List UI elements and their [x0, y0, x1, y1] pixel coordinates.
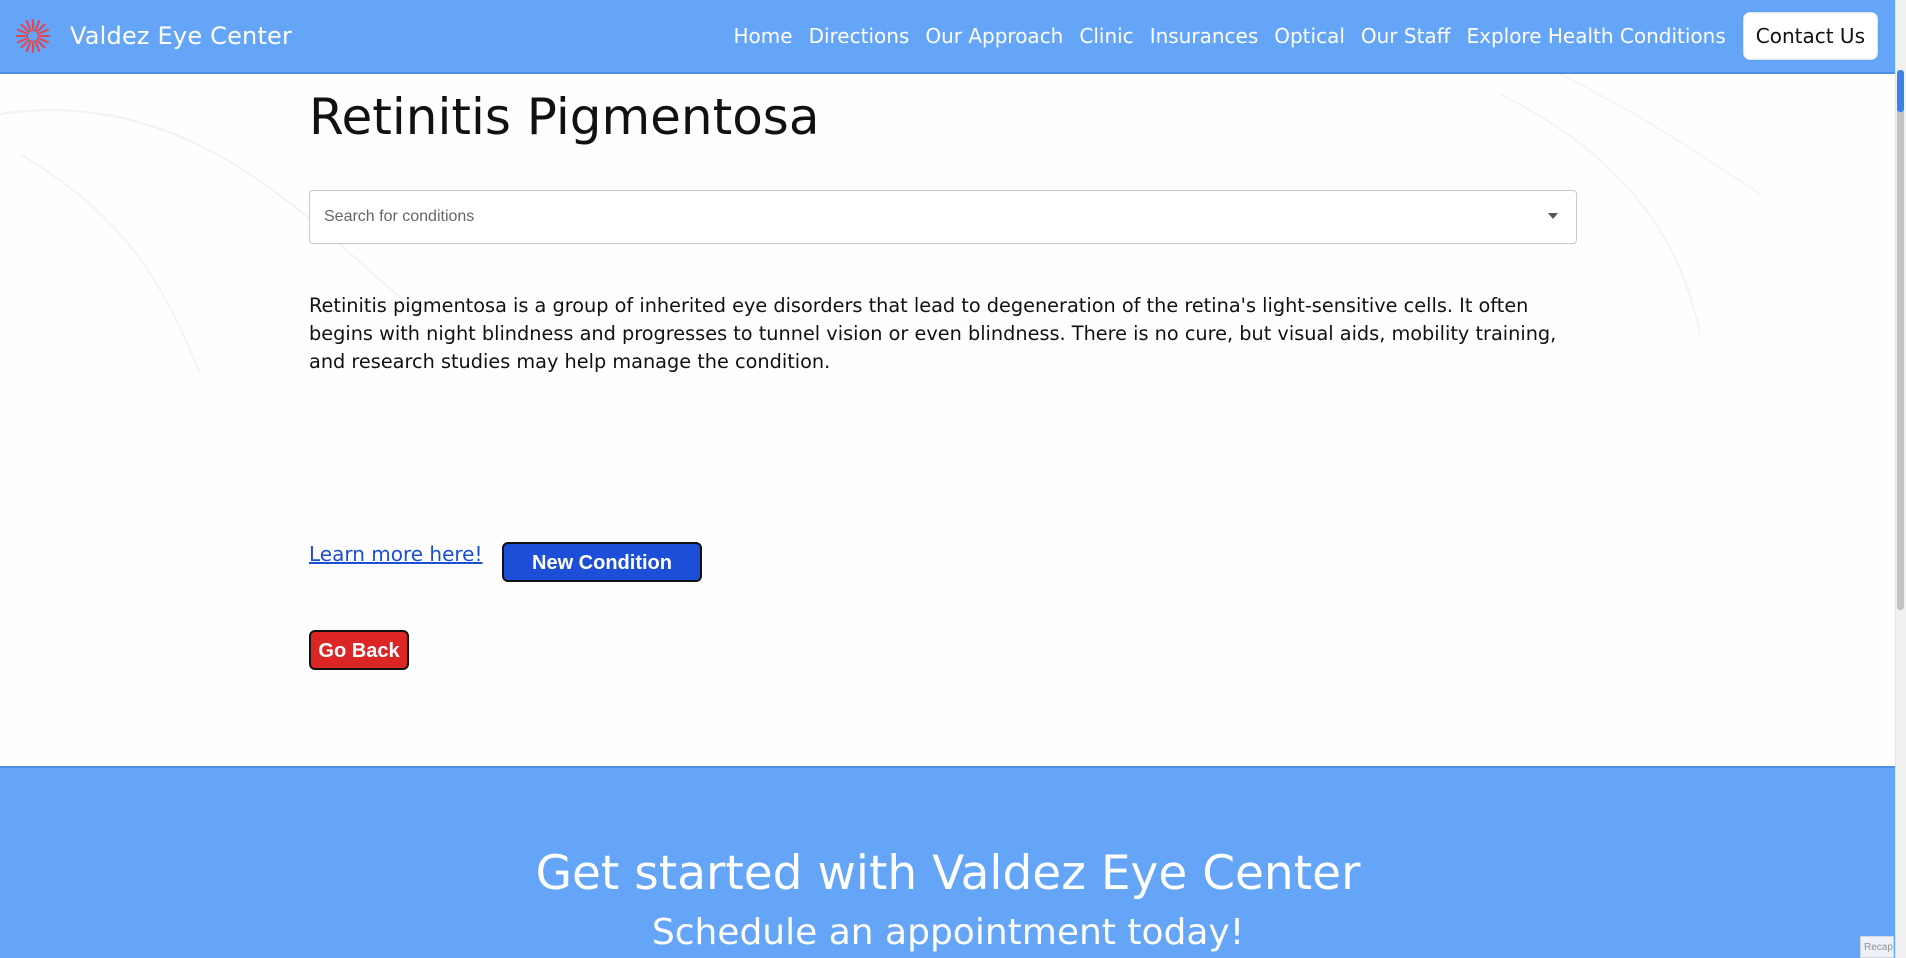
vertical-scrollbar[interactable] — [1895, 0, 1906, 958]
recaptcha-badge[interactable]: Recap — [1860, 936, 1894, 958]
scrollbar-accent — [1897, 70, 1904, 112]
background-decoration — [0, 74, 1761, 375]
nav-link-our-staff[interactable]: Our Staff — [1361, 24, 1451, 48]
new-condition-button[interactable]: New Condition — [502, 542, 702, 582]
condition-search-select[interactable] — [309, 190, 1577, 244]
footer-subtitle: Schedule an appointment today! — [651, 912, 1245, 953]
nav-link-explore-health-conditions[interactable]: Explore Health Conditions — [1466, 24, 1725, 48]
nav-link-insurances[interactable]: Insurances — [1150, 24, 1259, 48]
eye-iris-logo-icon — [15, 18, 51, 54]
condition-description: Retinitis pigmentosa is a group of inher… — [309, 294, 1557, 373]
nav-link-directions[interactable]: Directions — [809, 24, 910, 48]
page-title: Retinitis Pigmentosa — [309, 88, 820, 146]
nav-link-clinic[interactable]: Clinic — [1079, 24, 1133, 48]
footer-cta: Get started with Valdez Eye Center Sched… — [0, 766, 1896, 958]
learn-more-link[interactable]: Learn more here! — [309, 542, 483, 566]
nav-links: Home Directions Our Approach Clinic Insu… — [718, 0, 1878, 72]
caret-down-icon[interactable] — [1548, 213, 1558, 219]
nav-link-optical[interactable]: Optical — [1274, 24, 1345, 48]
brand-name: Valdez Eye Center — [70, 22, 293, 50]
nav-link-our-approach[interactable]: Our Approach — [925, 24, 1063, 48]
go-back-button[interactable]: Go Back — [309, 630, 409, 670]
scrollbar-thumb[interactable] — [1897, 78, 1904, 610]
search-input[interactable] — [310, 191, 1510, 243]
top-navbar: Valdez Eye Center Home Directions Our Ap… — [0, 0, 1896, 74]
footer-title: Get started with Valdez Eye Center — [535, 846, 1361, 901]
brand-link[interactable]: Valdez Eye Center — [14, 0, 292, 72]
contact-us-button[interactable]: Contact Us — [1742, 12, 1878, 60]
nav-link-home[interactable]: Home — [734, 24, 793, 48]
page: Valdez Eye Center Home Directions Our Ap… — [0, 0, 1906, 958]
